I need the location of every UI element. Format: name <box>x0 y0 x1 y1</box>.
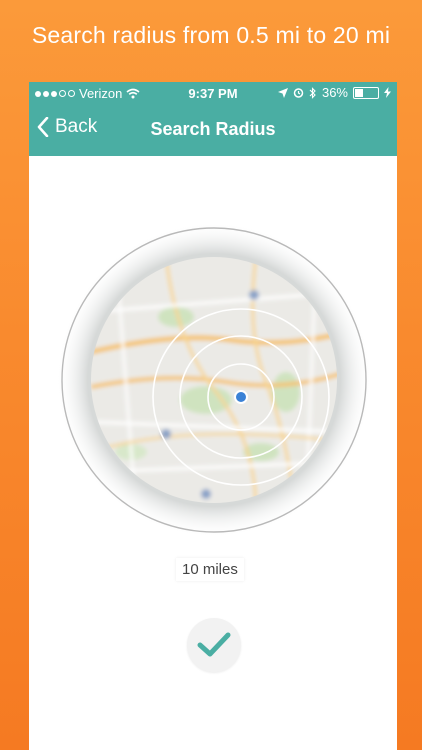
bolt-icon <box>384 87 391 98</box>
phone-screen: Verizon 9:37 PM 36% Back Search Radius 1… <box>29 82 397 750</box>
checkmark-icon <box>197 632 231 657</box>
battery-icon <box>353 86 379 99</box>
bluetooth-icon <box>309 86 316 99</box>
battery-fill <box>355 88 363 97</box>
location-arrow-icon <box>277 87 288 98</box>
page-title: Search Radius <box>150 119 276 139</box>
promo-caption: Search radius from 0.5 mi to 20 mi <box>31 22 391 48</box>
radius-map-canvas <box>56 222 372 538</box>
alarm-icon <box>293 88 304 98</box>
current-location-dot <box>234 390 248 404</box>
navigation-bar: Back Search Radius <box>29 104 397 156</box>
radius-map[interactable] <box>56 222 372 538</box>
status-bar: Verizon 9:37 PM 36% <box>29 82 397 104</box>
battery-percent: 36% <box>321 85 348 100</box>
status-icons: 36% <box>277 85 391 100</box>
radius-value-label: 10 miles <box>176 558 244 581</box>
confirm-button[interactable] <box>187 618 241 672</box>
